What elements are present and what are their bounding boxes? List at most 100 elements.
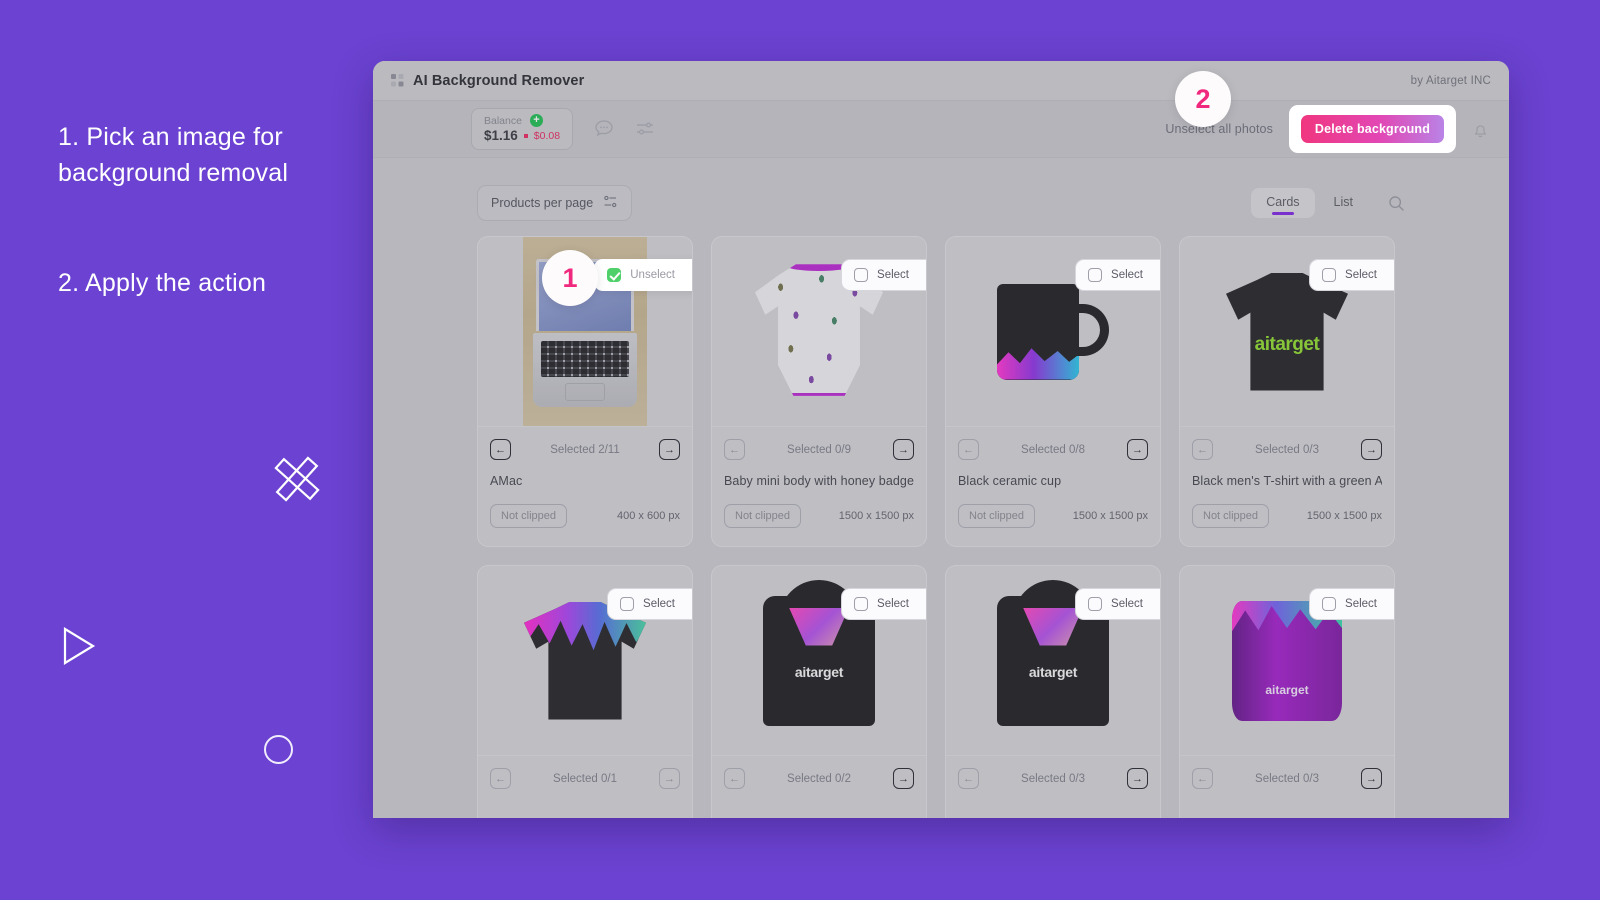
product-card[interactable]: aitarget Select ← Selected 0/3 → — [945, 565, 1161, 818]
products-per-page-selector[interactable]: Products per page — [477, 185, 633, 221]
prev-photo-button[interactable]: ← — [1192, 439, 1213, 460]
checkbox-icon — [607, 268, 622, 282]
app-toolbar: Balance + $1.16 $0.08 Unselect all photo… — [373, 101, 1509, 158]
next-photo-button[interactable]: → — [658, 439, 680, 460]
product-image: aitarget Select — [1180, 566, 1394, 756]
balance-separator-dot — [523, 133, 528, 138]
next-photo-button[interactable]: → — [893, 439, 914, 460]
select-label: Select — [1111, 269, 1143, 281]
selected-count: Selected 0/8 — [1021, 443, 1085, 456]
select-toggle[interactable]: Select — [1309, 259, 1394, 291]
product-image: Select — [946, 237, 1160, 427]
instruction-step-1: 1. Pick an image for background removal — [58, 123, 289, 187]
bell-icon[interactable] — [1470, 119, 1491, 140]
checkbox-icon — [620, 597, 635, 611]
product-image: Select — [478, 566, 692, 756]
unselect-all-photos-button[interactable]: Unselect all photos — [1165, 122, 1273, 136]
callout-badge-2: 2 — [1175, 71, 1231, 127]
product-card[interactable]: Select ← Selected 0/1 → — [477, 565, 693, 818]
product-image: aitarget Select — [946, 566, 1160, 756]
select-toggle[interactable]: Select — [841, 588, 926, 620]
next-photo-button[interactable]: → — [1361, 439, 1382, 460]
tab-list[interactable]: List — [1319, 188, 1368, 218]
clip-status-badge: Not clipped — [724, 504, 802, 528]
product-image: aitarget Select — [712, 566, 926, 756]
select-toggle[interactable]: Select — [1309, 588, 1394, 620]
ceramic-mug-illustration — [997, 283, 1109, 380]
play-triangle-decoration-icon — [63, 627, 96, 665]
select-toggle[interactable]: Select — [1075, 588, 1160, 620]
image-dimensions: 1500 x 1500 px — [1306, 510, 1382, 522]
balance-label: Balance — [484, 114, 522, 127]
grid-icon — [391, 74, 404, 87]
instruction-step-2: 2. Apply the action — [58, 269, 267, 297]
product-title: Black ceramic cup — [958, 474, 1062, 488]
checkbox-icon — [1088, 268, 1103, 282]
select-label: Select — [643, 598, 675, 610]
page-title: AI Background Remover — [413, 72, 585, 89]
select-label: Select — [1345, 269, 1377, 281]
prev-photo-button[interactable]: ← — [490, 768, 511, 789]
circle-decoration-icon — [264, 735, 293, 764]
aitarget-logo-text: aitarget — [1265, 682, 1309, 697]
callout-badge-1: 1 — [542, 250, 598, 306]
product-title: Baby mini body with honey badgers — [724, 474, 914, 488]
product-title: Black men's T-shirt with a green Aitarge… — [1192, 474, 1382, 488]
balance-amount: $1.16 — [484, 128, 518, 143]
product-image: Select — [712, 237, 926, 427]
aitarget-logo-text: aitarget — [1254, 333, 1320, 355]
select-toggle[interactable]: Select — [607, 588, 692, 620]
product-card[interactable]: aitarget Select ← Selected 0/3 → Black m… — [1179, 236, 1395, 547]
next-photo-button[interactable]: → — [1361, 768, 1382, 789]
image-dimensions: 1500 x 1500 px — [838, 510, 914, 522]
select-label: Select — [1345, 598, 1377, 610]
view-mode-tabs: Cards List — [1251, 188, 1405, 218]
next-photo-button[interactable]: → — [893, 768, 914, 789]
product-card[interactable]: aitarget Select ← Selected 0/2 → — [711, 565, 927, 818]
balance-widget[interactable]: Balance + $1.16 $0.08 — [471, 108, 574, 150]
product-card[interactable]: aitarget Select ← Selected 0/3 → — [1179, 565, 1395, 818]
add-funds-button[interactable]: + — [529, 114, 543, 127]
product-card[interactable]: Select ← Selected 0/9 → Baby mini body w… — [711, 236, 927, 547]
prev-photo-button[interactable]: ← — [490, 439, 511, 460]
products-per-page-label: Products per page — [491, 196, 594, 210]
delete-background-button[interactable]: Delete background — [1300, 115, 1444, 143]
prev-photo-button[interactable]: ← — [1192, 768, 1213, 789]
chat-bubble-icon[interactable] — [593, 118, 615, 140]
selected-count: Selected 0/3 — [1021, 772, 1085, 785]
checkbox-icon — [1322, 597, 1337, 611]
delete-background-highlight: Delete background — [1288, 105, 1456, 153]
select-toggle[interactable]: Select — [1075, 259, 1160, 291]
prev-photo-button[interactable]: ← — [724, 768, 745, 789]
sliders-icon — [603, 194, 618, 212]
next-photo-button[interactable]: → — [1127, 439, 1148, 460]
aitarget-logo-text: aitarget — [1028, 663, 1078, 680]
clip-status-badge: Not clipped — [958, 504, 1036, 528]
product-card[interactable]: Select ← Selected 0/8 → Black ceramic cu… — [945, 236, 1161, 547]
select-label: Select — [877, 269, 909, 281]
product-title: AMac — [490, 474, 523, 488]
prev-photo-button[interactable]: ← — [958, 768, 979, 789]
window-titlebar: AI Background Remover by Aitarget INC — [373, 61, 1509, 101]
next-photo-button[interactable]: → — [1127, 768, 1148, 789]
tab-cards[interactable]: Cards — [1251, 188, 1315, 218]
vendor-byline: by Aitarget INC — [1410, 74, 1491, 87]
next-photo-button[interactable]: → — [659, 768, 680, 789]
search-icon[interactable] — [1388, 195, 1405, 212]
product-image: aitarget Select — [1180, 237, 1394, 427]
unselect-toggle[interactable]: Unselect — [594, 259, 692, 291]
balance-delta: $0.08 — [533, 129, 561, 142]
selected-count: Selected 2/11 — [550, 443, 620, 456]
select-label: Unselect — [630, 269, 675, 281]
checkbox-icon — [854, 597, 869, 611]
select-label: Select — [877, 598, 909, 610]
prev-photo-button[interactable]: ← — [724, 439, 745, 460]
select-label: Select — [1111, 598, 1143, 610]
selected-count: Selected 0/3 — [1255, 443, 1319, 456]
image-dimensions: 1500 x 1500 px — [1072, 510, 1148, 522]
prev-photo-button[interactable]: ← — [958, 439, 979, 460]
sliders-icon[interactable] — [635, 119, 655, 139]
selected-count: Selected 0/1 — [553, 772, 617, 785]
content-controls-bar: Products per page Cards List — [373, 180, 1509, 226]
select-toggle[interactable]: Select — [841, 259, 926, 291]
